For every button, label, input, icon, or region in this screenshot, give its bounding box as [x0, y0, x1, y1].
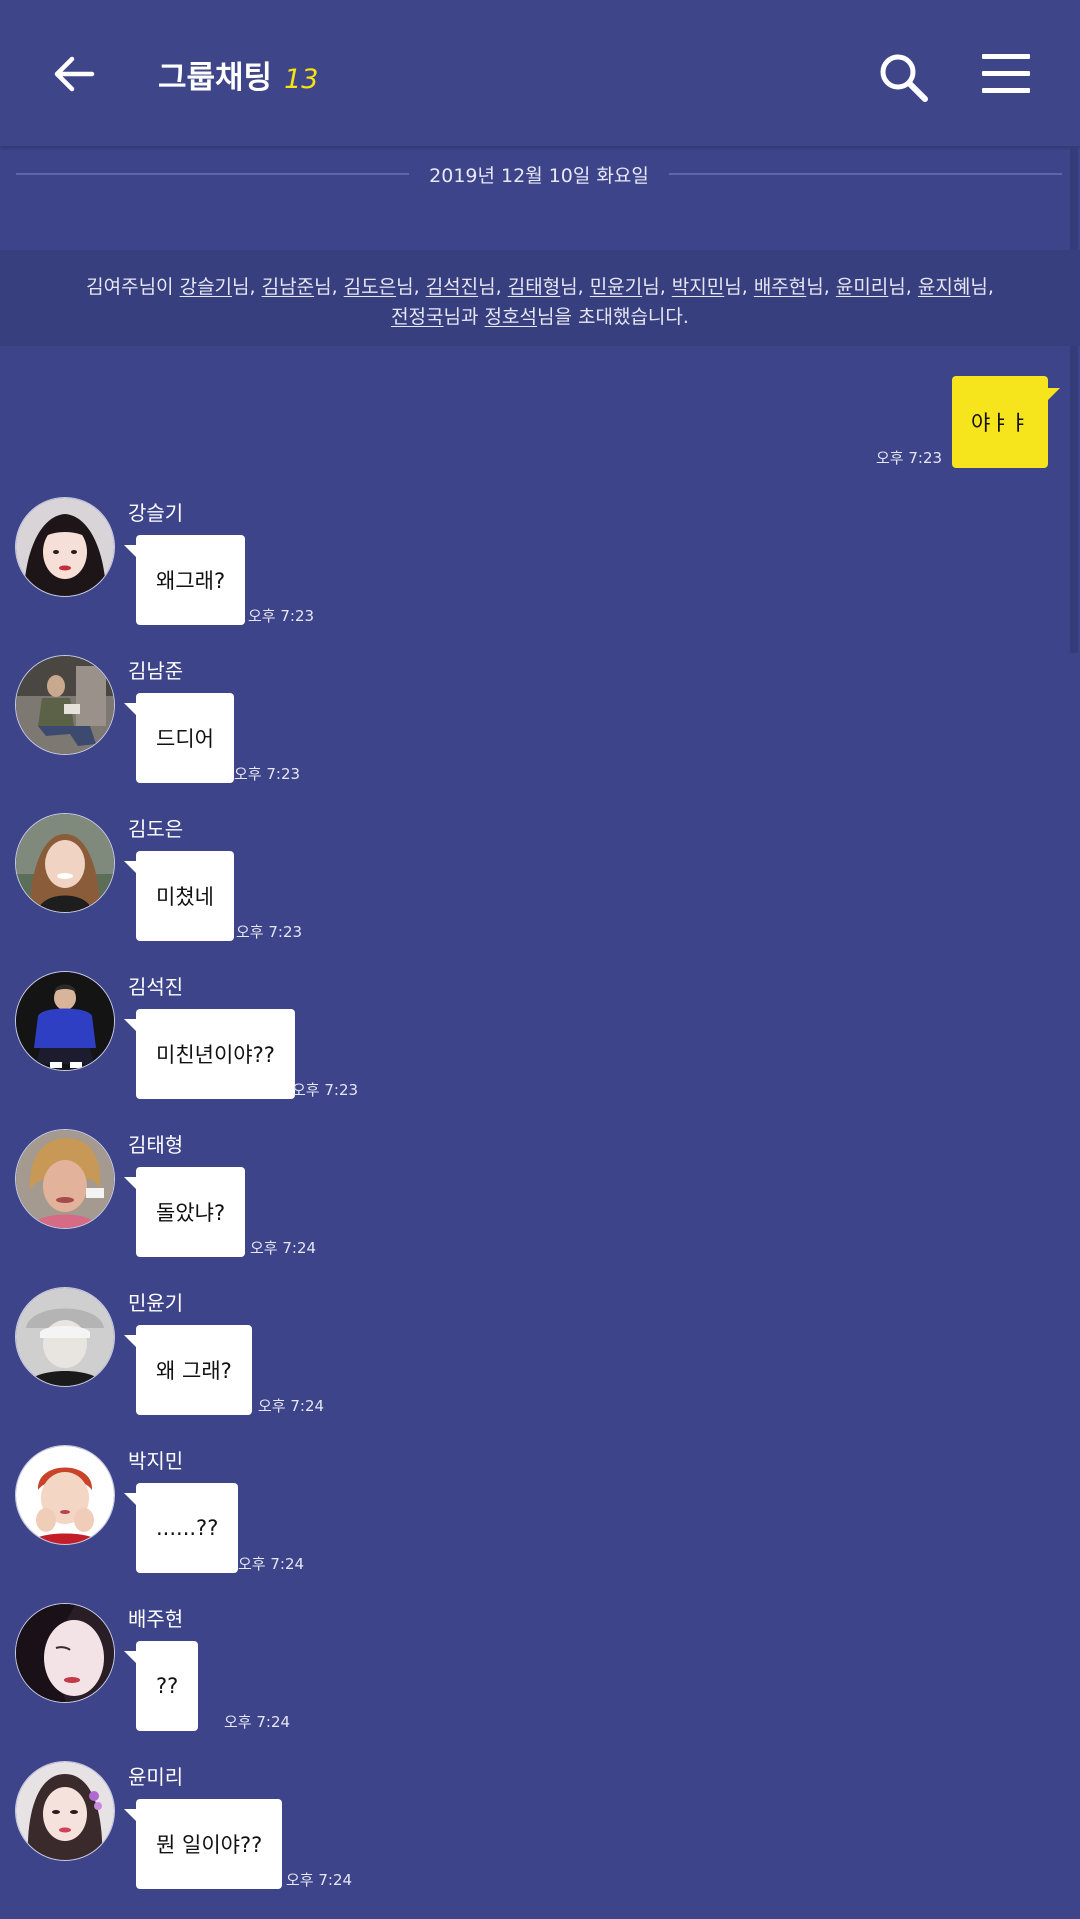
search-icon[interactable] [874, 48, 934, 108]
sender-name: 강슬기 [128, 501, 184, 525]
invitee-link[interactable]: 전정국 [391, 306, 443, 328]
member-count: 13 [284, 64, 319, 95]
invitee-link[interactable]: 김남준 [262, 276, 314, 298]
message-row: 김석진 미친년이야?? 오후 7:23 [0, 971, 1080, 1129]
invitee-link[interactable]: 김태형 [508, 276, 560, 298]
sender-name: 배주현 [128, 1607, 184, 1631]
sender-name: 김석진 [128, 975, 184, 999]
invitee-link[interactable]: 김석진 [426, 276, 478, 298]
sender-name: 윤미리 [128, 1765, 184, 1789]
avatar[interactable] [15, 813, 115, 913]
invite-line-2: 전정국님과 정호석님을 초대했습니다. [391, 306, 689, 328]
message-row: 민윤기 왜 그래? 오후 7:24 [0, 1287, 1080, 1445]
message-row: 배주현 ?? 오후 7:24 [0, 1603, 1080, 1761]
invitee-link[interactable]: 강슬기 [180, 276, 232, 298]
message-text: 왜그래? [156, 569, 226, 593]
date-divider: 2019년 12월 10일 화요일 [16, 160, 1062, 188]
message-text: 미쳤네 [156, 885, 214, 909]
divider-line-right [668, 173, 1062, 175]
system-invite-message: 김여주님이 강슬기님, 김남준님, 김도은님, 김석진님, 김태형님, 민윤기님… [0, 250, 1080, 346]
hamburger-menu-icon[interactable] [980, 52, 1032, 96]
message-row: 김태형 돌았냐? 오후 7:24 [0, 1129, 1080, 1287]
message-bubble[interactable]: ......?? [123, 1483, 239, 1573]
message-row: 박지민 ......?? 오후 7:24 [0, 1445, 1080, 1603]
message-bubble[interactable]: 뭔 일이야?? [123, 1799, 283, 1889]
message-time: 오후 7:24 [250, 1239, 317, 1257]
message-row: 윤미리 뭔 일이야?? 오후 7:24 [0, 1761, 1080, 1919]
sender-name: 김남준 [128, 659, 184, 683]
sender-name: 민윤기 [128, 1291, 184, 1315]
message-bubble[interactable]: 왜그래? [123, 535, 246, 625]
invitee-link[interactable]: 민윤기 [590, 276, 642, 298]
top-bar: 그룹채팅 13 [0, 0, 1080, 146]
sender-name: 김도은 [128, 817, 184, 841]
invitee-link[interactable]: 박지민 [672, 276, 724, 298]
invitee-link[interactable]: 배주현 [754, 276, 806, 298]
message-bubble[interactable]: ?? [123, 1641, 199, 1731]
avatar[interactable] [15, 1287, 115, 1387]
message-time: 오후 7:23 [292, 1081, 359, 1099]
invite-line-1: 김여주님이 강슬기님, 김남준님, 김도은님, 김석진님, 김태형님, 민윤기님… [86, 276, 994, 298]
message-bubble[interactable]: 미쳤네 [124, 851, 234, 941]
inviter-name: 김여주님이 [86, 276, 174, 298]
back-arrow-icon[interactable] [48, 46, 104, 102]
avatar[interactable] [15, 971, 115, 1071]
avatar[interactable] [15, 1603, 115, 1703]
message-time: 오후 7:23 [234, 765, 301, 783]
message-row: 강슬기 왜그래? 오후 7:23 [0, 497, 1080, 655]
message-time: 오후 7:24 [258, 1397, 325, 1415]
avatar[interactable] [15, 655, 115, 755]
invitee-link[interactable]: 김도은 [344, 276, 396, 298]
my-message-time: 오후 7:23 [876, 449, 943, 467]
avatar[interactable] [15, 1129, 115, 1229]
chat-title: 그룹채팅 [158, 60, 273, 96]
sender-name: 김태형 [128, 1133, 184, 1157]
my-message-bubble[interactable]: 야ㅑㅑ [952, 376, 1060, 468]
invitee-link[interactable]: 윤미리 [836, 276, 888, 298]
invitee-link[interactable]: 윤지혜 [918, 276, 970, 298]
invitee-link[interactable]: 정호석 [485, 306, 537, 328]
message-time: 오후 7:24 [224, 1713, 291, 1731]
message-text: 뭔 일이야?? [156, 1833, 263, 1857]
message-bubble[interactable]: 돌았냐? [123, 1167, 246, 1257]
message-text: 왜 그래? [156, 1359, 232, 1383]
avatar[interactable] [15, 1445, 115, 1545]
message-text: 드디어 [156, 727, 214, 751]
message-time: 오후 7:23 [248, 607, 315, 625]
divider-line-left [16, 173, 410, 175]
my-message-text: 야ㅑㅑ [971, 411, 1029, 435]
message-row: 김도은 미쳤네 오후 7:23 [0, 813, 1080, 971]
message-bubble[interactable]: 왜 그래? [124, 1325, 252, 1415]
sender-name: 박지민 [128, 1449, 184, 1473]
avatar[interactable] [15, 497, 115, 597]
message-text: 돌았냐? [156, 1201, 226, 1225]
message-time: 오후 7:23 [236, 923, 303, 941]
message-text: 미친년이야?? [156, 1043, 275, 1067]
message-row: 김남준 드디어 오후 7:23 [0, 655, 1080, 813]
message-text: ?? [156, 1674, 179, 1698]
message-time: 오후 7:24 [286, 1871, 353, 1889]
date-label: 2019년 12월 10일 화요일 [429, 164, 649, 187]
message-time: 오후 7:24 [238, 1555, 305, 1573]
message-text: ......?? [156, 1516, 219, 1540]
message-bubble[interactable]: 드디어 [124, 693, 234, 783]
avatar[interactable] [15, 1761, 115, 1861]
chat-title-group: 그룹채팅 13 [158, 52, 318, 96]
message-bubble[interactable]: 미친년이야?? [124, 1009, 295, 1099]
